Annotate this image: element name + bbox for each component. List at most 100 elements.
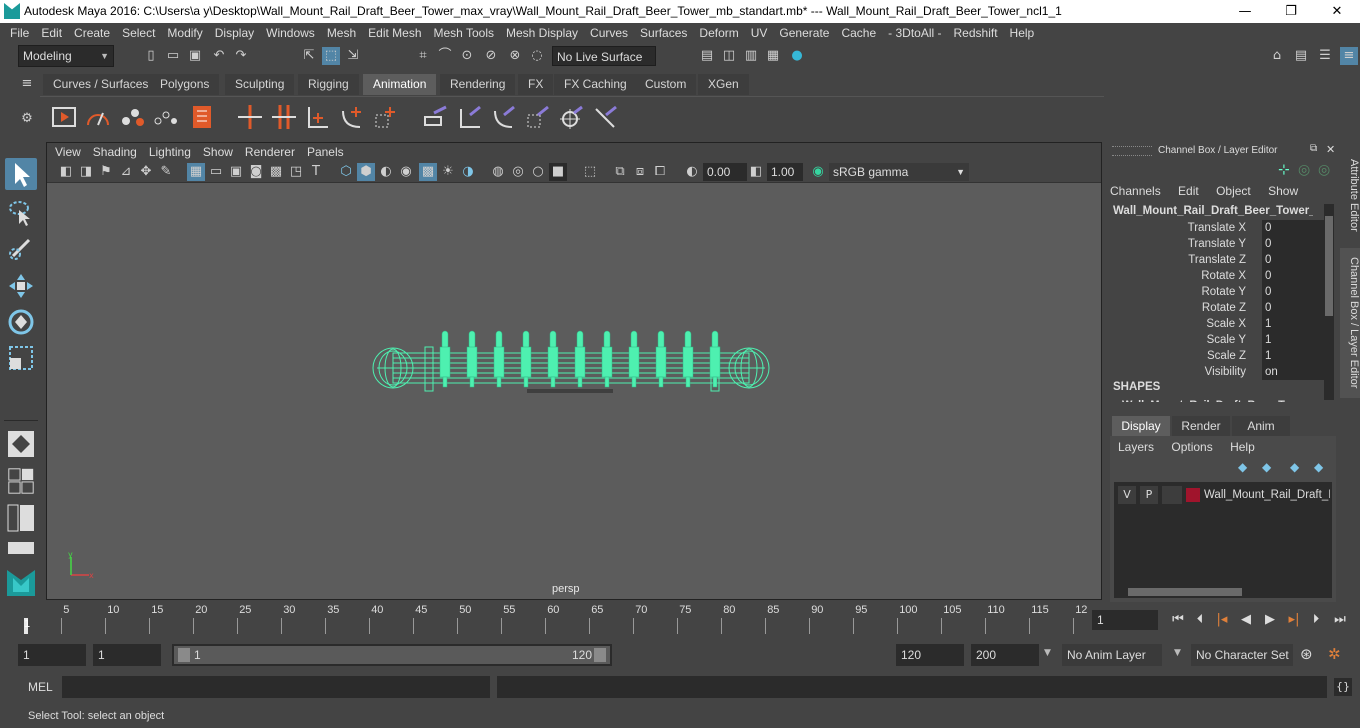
anim-layer-dropdown[interactable]: No Anim Layer <box>1062 644 1162 666</box>
close-button[interactable]: ✕ <box>1314 1 1360 22</box>
channels-menu[interactable]: Channels <box>1110 184 1161 198</box>
outliner-layout-icon[interactable] <box>5 502 37 534</box>
snap-curve-icon[interactable]: ⌒ <box>436 47 454 65</box>
attribute-editor-toggle-icon[interactable]: ▤ <box>1292 47 1310 65</box>
render-frame-icon[interactable]: ◫ <box>720 47 738 65</box>
viewport-menu-view[interactable]: View <box>49 143 87 161</box>
play-backward-icon[interactable]: ◀ <box>1236 611 1256 629</box>
menu-uv[interactable]: UV <box>745 23 774 43</box>
layer-row[interactable]: V P Wall_Mount_Rail_Draft_I <box>1116 486 1332 504</box>
move-layer-up-icon[interactable]: ◆ <box>1290 460 1299 474</box>
menu-modify[interactable]: Modify <box>161 23 208 43</box>
channel-row[interactable]: Scale Y 1 <box>1106 332 1326 348</box>
snap-view-icon[interactable]: ⊘ <box>482 47 500 65</box>
ipr-render-icon[interactable]: ▥ <box>742 47 760 65</box>
shadows-icon[interactable]: ◑ <box>459 163 477 181</box>
antialiasing-icon[interactable]: ○ <box>529 163 547 181</box>
menu-mesh[interactable]: Mesh <box>321 23 362 43</box>
layers-menu[interactable]: Layers <box>1118 440 1154 454</box>
xray-joints-icon[interactable]: ⧉ <box>611 163 629 181</box>
camera-select-icon[interactable]: ◧ <box>57 163 75 181</box>
scale-tool-icon[interactable] <box>5 342 37 374</box>
object-menu[interactable]: Object <box>1216 184 1251 198</box>
channel-row[interactable]: Rotate Y 0 <box>1106 284 1326 300</box>
tab-fx[interactable]: FX <box>518 74 554 95</box>
go-to-start-icon[interactable]: ⏮ <box>1168 611 1188 629</box>
menu-create[interactable]: Create <box>68 23 116 43</box>
manipulator-icon[interactable]: ◎ <box>1298 162 1310 178</box>
menu-generate[interactable]: Generate <box>773 23 835 43</box>
modeling-toolkit-icon[interactable]: ⌂ <box>1268 47 1286 65</box>
ambient-occlusion-icon[interactable]: ◍ <box>489 163 507 181</box>
shapes-item[interactable]: Wall_Mount_Rail_Draft_Beer_Tower... <box>1122 396 1312 402</box>
tab-attribute-editor[interactable]: Attribute Editor <box>1340 150 1360 240</box>
channel-value[interactable]: 0 <box>1262 220 1324 236</box>
channel-value[interactable]: 1 <box>1262 348 1324 364</box>
channel-value[interactable]: 0 <box>1262 300 1324 316</box>
maximize-button[interactable]: ❐ <box>1268 1 1314 22</box>
channel-row[interactable]: Visibility on <box>1106 364 1326 380</box>
new-layer-selected-icon[interactable]: ◆ <box>1262 460 1271 474</box>
animation-layer-icon[interactable] <box>188 103 216 131</box>
show-menu[interactable]: Show <box>1268 184 1298 198</box>
set-key-icon[interactable] <box>236 103 264 131</box>
select-hierarchy-icon[interactable]: ⇱ <box>300 47 318 65</box>
current-frame-field[interactable]: 1 <box>1092 610 1158 630</box>
parent-constraint-icon[interactable] <box>422 103 450 131</box>
float-panel-icon[interactable]: ⧉ <box>1310 143 1317 154</box>
channel-value[interactable]: 0 <box>1262 236 1324 252</box>
single-perspective-layout-icon[interactable] <box>5 428 37 460</box>
channel-value[interactable]: 0 <box>1262 284 1324 300</box>
rotate-tool-icon[interactable] <box>5 306 37 338</box>
key-scale-icon[interactable] <box>338 103 366 131</box>
four-view-layout-icon[interactable] <box>5 466 37 496</box>
go-to-end-icon[interactable]: ⏭ <box>1330 611 1350 629</box>
maya-home-icon[interactable] <box>5 566 37 598</box>
color-space-dropdown[interactable]: sRGB gamma ▼ <box>829 163 969 181</box>
point-constraint-icon[interactable] <box>456 103 484 131</box>
auto-key-icon[interactable]: ⊛ <box>1300 645 1313 663</box>
channel-value[interactable]: 1 <box>1262 316 1324 332</box>
isolate-select-icon[interactable]: ⬚ <box>581 163 599 181</box>
tab-display[interactable]: Display <box>1112 416 1170 436</box>
field-chart-icon[interactable]: ▩ <box>267 163 285 181</box>
viewport-menu-renderer[interactable]: Renderer <box>239 143 301 161</box>
select-object-icon[interactable]: ⬚ <box>322 47 340 65</box>
move-layer-down-icon[interactable]: ◆ <box>1314 460 1323 474</box>
minimize-button[interactable]: — <box>1222 1 1268 22</box>
channel-value[interactable]: 1 <box>1262 332 1324 348</box>
command-language-label[interactable]: MEL <box>28 680 53 694</box>
channel-row[interactable]: Translate Z 0 <box>1106 252 1326 268</box>
render-settings-icon[interactable]: ▤ <box>698 47 716 65</box>
viewport-menu-show[interactable]: Show <box>197 143 239 161</box>
menu-windows[interactable]: Windows <box>260 23 321 43</box>
lighting-icon[interactable]: ☀ <box>439 163 457 181</box>
render-view-icon[interactable]: ▦ <box>764 47 782 65</box>
channel-scrollbar[interactable] <box>1324 204 1334 400</box>
camera-attributes-icon[interactable]: ◨ <box>77 163 95 181</box>
gamma-icon[interactable]: ◧ <box>747 163 765 181</box>
chevron-down-icon[interactable]: ▼ <box>1174 648 1181 658</box>
tab-rendering[interactable]: Rendering <box>440 74 516 95</box>
hypershade-icon[interactable]: ● <box>788 47 806 65</box>
menu-file[interactable]: File <box>4 23 35 43</box>
edit-menu[interactable]: Edit <box>1178 184 1199 198</box>
step-forward-key-icon[interactable]: ▸| <box>1284 611 1304 629</box>
rail-beer-tower-model[interactable] <box>367 327 779 399</box>
select-tool-icon[interactable] <box>5 158 37 190</box>
key-rotate-icon[interactable] <box>304 103 332 131</box>
tab-rigging[interactable]: Rigging <box>298 74 359 95</box>
menu-curves[interactable]: Curves <box>584 23 634 43</box>
new-scene-icon[interactable]: ▯ <box>142 47 160 65</box>
motion-blur-icon[interactable]: ◎ <box>509 163 527 181</box>
channel-row[interactable]: Translate Y 0 <box>1106 236 1326 252</box>
xray-active-icon[interactable]: ⧈ <box>631 163 649 181</box>
playback-end-field[interactable]: 120 <box>896 644 964 666</box>
undo-icon[interactable]: ↶ <box>210 47 228 65</box>
layer-name[interactable]: Wall_Mount_Rail_Draft_I <box>1204 486 1330 504</box>
step-forward-icon[interactable]: ⏵ <box>1306 611 1326 629</box>
key-all-icon[interactable] <box>372 103 400 131</box>
tab-fx-caching[interactable]: FX Caching <box>554 74 637 95</box>
menu-display[interactable]: Display <box>209 23 260 43</box>
bookmark-icon[interactable]: ⚑ <box>97 163 115 181</box>
